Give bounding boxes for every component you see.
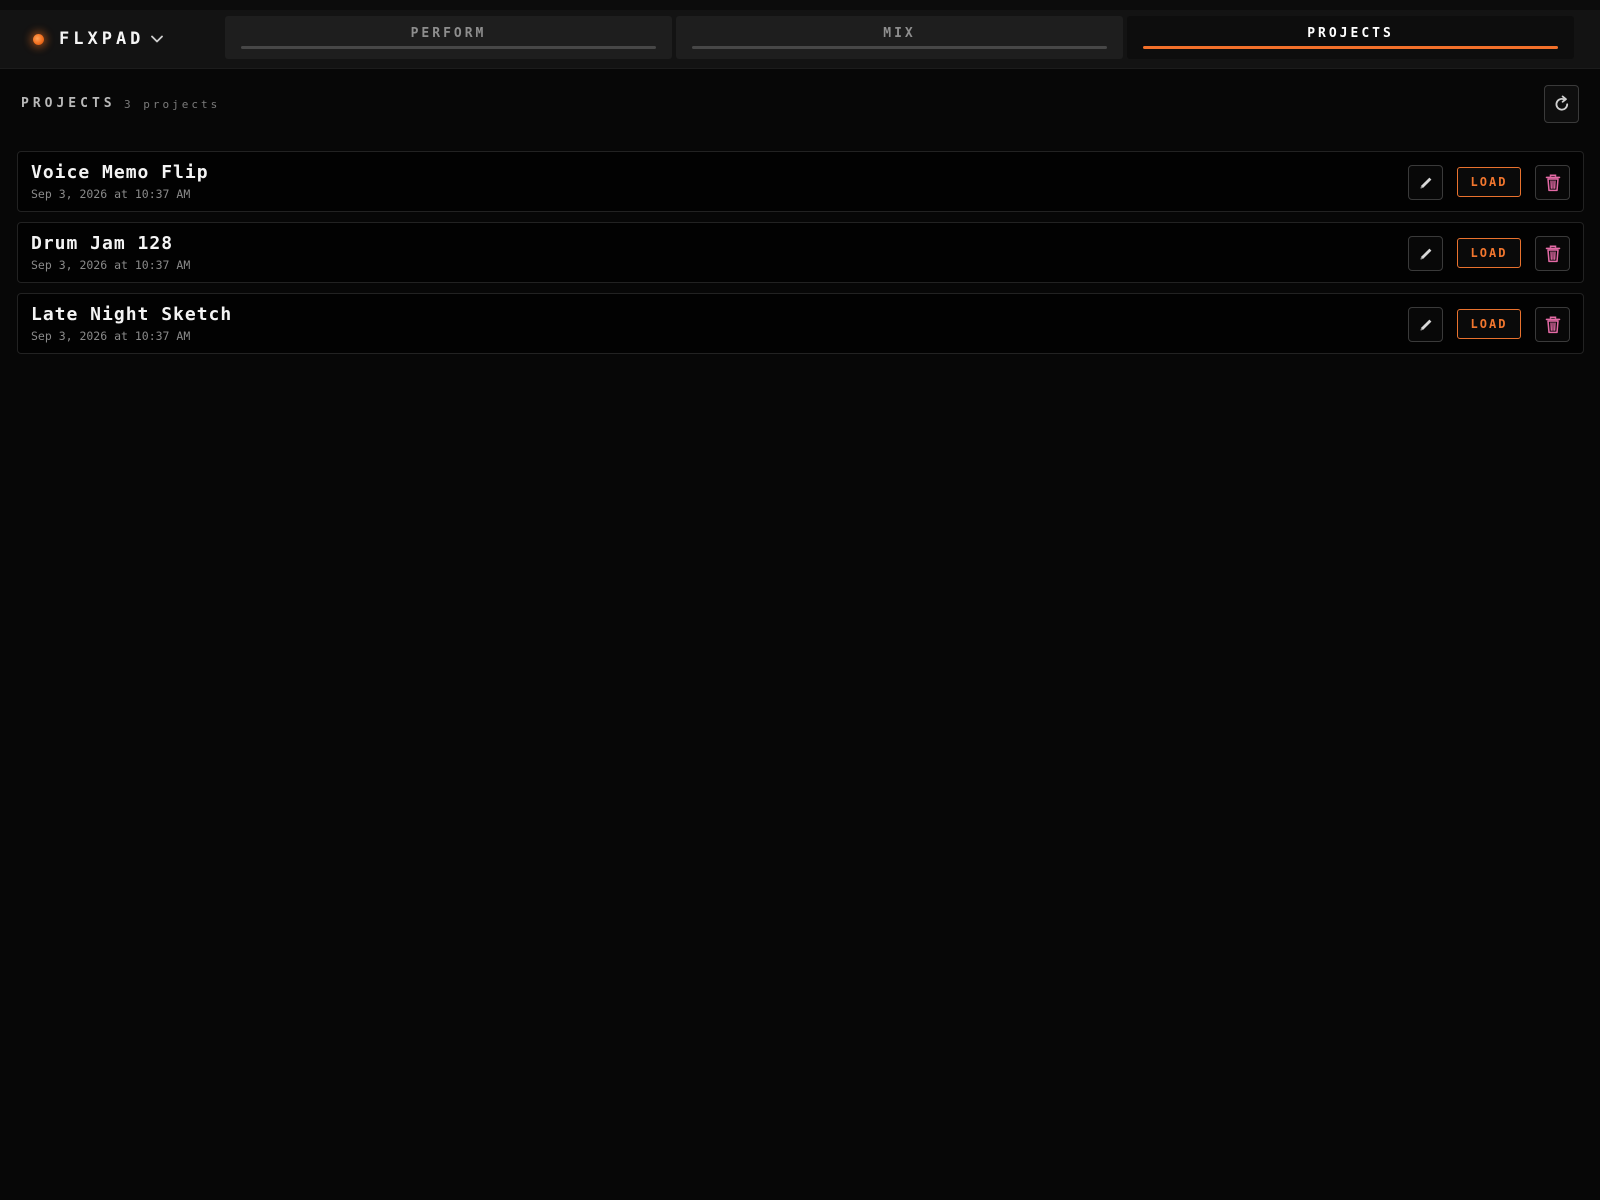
rename-button[interactable] [1408, 165, 1443, 200]
pencil-icon [1420, 319, 1431, 330]
delete-button[interactable] [1535, 165, 1570, 200]
project-name: Voice Memo Flip [31, 162, 209, 183]
project-name: Late Night Sketch [31, 304, 233, 325]
delete-button[interactable] [1535, 307, 1570, 342]
project-row: Voice Memo Flip Sep 3, 2026 at 10:37 AM … [17, 151, 1584, 212]
project-date: Sep 3, 2026 at 10:37 AM [31, 258, 191, 272]
tab-indicator-active [1143, 46, 1558, 49]
project-count: 3 projects [124, 98, 221, 111]
tab-label: MIX [883, 26, 916, 41]
rename-button[interactable] [1408, 236, 1443, 271]
refresh-icon [1555, 95, 1568, 111]
tab-perform[interactable]: PERFORM [225, 16, 672, 59]
chevron-down-icon [150, 32, 164, 46]
tab-indicator [241, 46, 656, 49]
section-title: PROJECTS [21, 96, 116, 111]
status-dot-icon [33, 33, 44, 45]
project-name: Drum Jam 128 [31, 233, 174, 254]
rename-button[interactable] [1408, 307, 1443, 342]
app-name: FLXPAD [59, 29, 145, 49]
tab-projects[interactable]: PROJECTS [1127, 16, 1574, 59]
refresh-button[interactable] [1544, 85, 1579, 123]
load-button[interactable]: LOAD [1457, 167, 1521, 197]
pencil-icon [1420, 248, 1431, 259]
trash-icon [1545, 244, 1560, 262]
project-list: Voice Memo Flip Sep 3, 2026 at 10:37 AM … [17, 151, 1584, 364]
window-top-strip [0, 0, 1600, 10]
project-row: Late Night Sketch Sep 3, 2026 at 10:37 A… [17, 293, 1584, 354]
project-date: Sep 3, 2026 at 10:37 AM [31, 329, 191, 343]
tab-label: PROJECTS [1307, 26, 1394, 41]
load-button[interactable]: LOAD [1457, 309, 1521, 339]
tab-mix[interactable]: MIX [676, 16, 1123, 59]
tab-label: PERFORM [410, 26, 487, 41]
trash-icon [1545, 173, 1560, 191]
project-row: Drum Jam 128 Sep 3, 2026 at 10:37 AM LOA… [17, 222, 1584, 283]
tab-indicator [692, 46, 1107, 49]
app-header: FLXPAD PERFORM MIX PROJECTS [0, 10, 1600, 69]
delete-button[interactable] [1535, 236, 1570, 271]
load-button[interactable]: LOAD [1457, 238, 1521, 268]
app-switcher[interactable]: FLXPAD [29, 20, 164, 58]
trash-icon [1545, 315, 1560, 333]
pencil-icon [1420, 177, 1431, 188]
project-date: Sep 3, 2026 at 10:37 AM [31, 187, 191, 201]
